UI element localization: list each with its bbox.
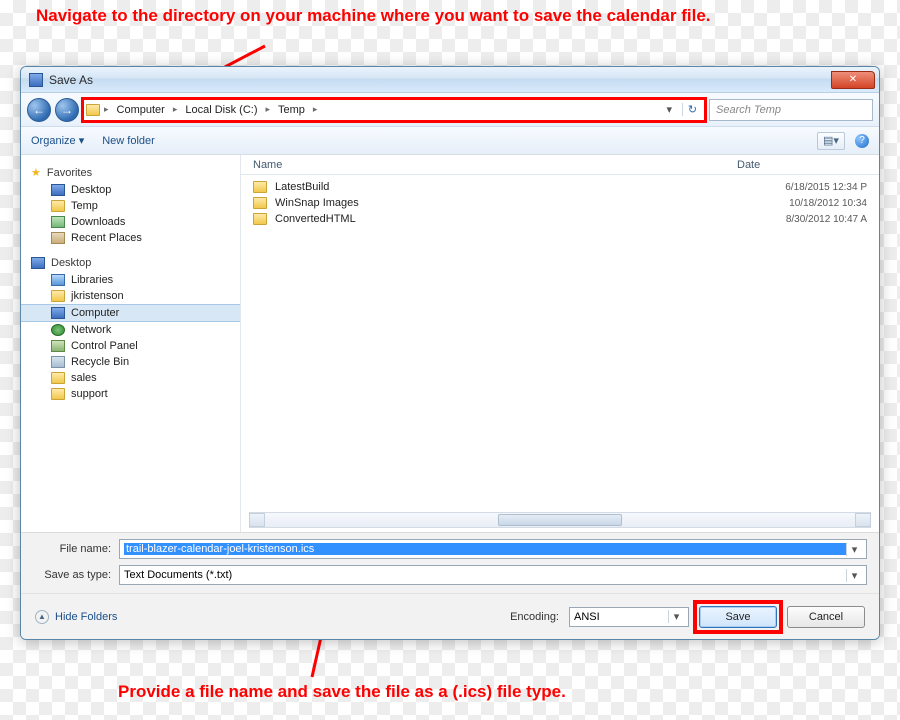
horizontal-scrollbar[interactable] (249, 512, 871, 528)
col-date[interactable]: Date (737, 159, 867, 171)
recyclebin-icon (51, 356, 65, 368)
column-headers[interactable]: Name Date (241, 155, 879, 175)
folder-icon (253, 197, 267, 209)
cancel-button[interactable]: Cancel (787, 606, 865, 628)
scrollbar-thumb[interactable] (498, 514, 622, 526)
savetype-label: Save as type: (33, 569, 119, 581)
save-button[interactable]: Save (699, 606, 777, 628)
sidebar-item-desktop[interactable]: Desktop (21, 182, 240, 198)
sidebar-item-sales[interactable]: sales (21, 370, 240, 386)
help-icon[interactable]: ? (855, 134, 869, 148)
list-item[interactable]: WinSnap Images10/18/2012 10:34 (241, 195, 879, 211)
filename-label: File name: (33, 543, 119, 555)
sidebar-item-computer[interactable]: Computer (21, 304, 240, 322)
sidebar-item-recent[interactable]: Recent Places (21, 230, 240, 246)
save-as-dialog: Save As ✕ ← → ▸ Computer ▸ Local Disk (C… (20, 66, 880, 640)
folder-icon (253, 181, 267, 193)
search-input[interactable]: Search Temp (709, 99, 873, 121)
list-item[interactable]: ConvertedHTML8/30/2012 10:47 A (241, 211, 879, 227)
toolbar: Organize ▾ New folder ▤▾ ? (21, 127, 879, 155)
encoding-label: Encoding: (510, 611, 559, 623)
sidebar-item-temp[interactable]: Temp (21, 198, 240, 214)
controlpanel-icon (51, 340, 65, 352)
chevron-down-icon[interactable]: ▾ (668, 610, 684, 623)
sidebar-item-libraries[interactable]: Libraries (21, 272, 240, 288)
star-icon: ★ (31, 166, 41, 179)
desktop-icon (51, 184, 65, 196)
annotation-bottom: Provide a file name and save the file as… (118, 682, 566, 702)
annotation-highlight-save: Save (699, 606, 777, 628)
collapse-icon: ▲ (35, 610, 49, 624)
folder-icon (51, 290, 65, 302)
sidebar-favorites-header[interactable]: ★ Favorites (21, 163, 240, 182)
action-bar: ▲ Hide Folders Encoding: ANSI ▾ Save Can… (21, 593, 879, 639)
file-rows: LatestBuild6/18/2015 12:34 P WinSnap Ima… (241, 175, 879, 510)
downloads-icon (51, 216, 65, 228)
view-options-button[interactable]: ▤▾ (817, 132, 845, 150)
breadcrumb-seg[interactable]: Computer (113, 104, 169, 116)
encoding-select[interactable]: ANSI ▾ (569, 607, 689, 627)
sidebar-item-downloads[interactable]: Downloads (21, 214, 240, 230)
annotation-top: Navigate to the directory on your machin… (36, 6, 711, 26)
folder-icon (86, 104, 100, 116)
sidebar-item-support[interactable]: support (21, 386, 240, 402)
hide-folders-button[interactable]: ▲ Hide Folders (35, 610, 117, 624)
chevron-down-icon[interactable]: ▾ (846, 543, 862, 556)
chevron-right-icon: ▸ (265, 104, 270, 115)
folder-icon (253, 213, 267, 225)
new-folder-button[interactable]: New folder (102, 135, 155, 147)
chevron-right-icon: ▸ (173, 104, 178, 115)
nav-row: ← → ▸ Computer ▸ Local Disk (C:) ▸ Temp … (21, 93, 879, 127)
savetype-value: Text Documents (*.txt) (124, 569, 846, 581)
sidebar-desktop-header[interactable]: Desktop (21, 254, 240, 272)
libraries-icon (51, 274, 65, 286)
hide-folders-label: Hide Folders (55, 611, 117, 623)
refresh-button[interactable]: ↻ (682, 103, 702, 116)
folder-icon (51, 372, 65, 384)
col-name[interactable]: Name (253, 159, 737, 171)
address-dropdown[interactable]: ▾ (660, 103, 678, 116)
back-button[interactable]: ← (27, 98, 51, 122)
forward-button[interactable]: → (55, 98, 79, 122)
field-bar: File name: trail-blazer-calendar-joel-kr… (21, 532, 879, 593)
network-icon (51, 324, 65, 336)
sidebar-group-label: Favorites (47, 167, 92, 179)
window-title: Save As (49, 73, 93, 87)
breadcrumb-seg[interactable]: Local Disk (C:) (181, 104, 261, 116)
file-pane: Name Date LatestBuild6/18/2015 12:34 P W… (241, 155, 879, 532)
encoding-value: ANSI (574, 611, 600, 623)
folder-icon (51, 200, 65, 212)
savetype-select[interactable]: Text Documents (*.txt) ▾ (119, 565, 867, 585)
recent-icon (51, 232, 65, 244)
chevron-right-icon: ▸ (313, 104, 318, 115)
list-item[interactable]: LatestBuild6/18/2015 12:34 P (241, 179, 879, 195)
sidebar: ★ Favorites Desktop Temp Downloads Recen… (21, 155, 241, 532)
address-bar[interactable]: ▸ Computer ▸ Local Disk (C:) ▸ Temp ▸ ▾ … (83, 99, 705, 121)
app-icon (29, 73, 43, 87)
breadcrumb-seg[interactable]: Temp (274, 104, 309, 116)
chevron-down-icon[interactable]: ▾ (846, 569, 862, 582)
filename-input[interactable]: trail-blazer-calendar-joel-kristenson.ic… (119, 539, 867, 559)
close-button[interactable]: ✕ (831, 71, 875, 89)
filename-value: trail-blazer-calendar-joel-kristenson.ic… (124, 543, 846, 555)
titlebar: Save As ✕ (21, 67, 879, 93)
sidebar-item-recyclebin[interactable]: Recycle Bin (21, 354, 240, 370)
chevron-right-icon: ▸ (104, 104, 109, 115)
sidebar-item-network[interactable]: Network (21, 322, 240, 338)
organize-menu[interactable]: Organize ▾ (31, 134, 84, 147)
search-placeholder: Search Temp (716, 104, 781, 116)
folder-icon (51, 388, 65, 400)
sidebar-item-controlpanel[interactable]: Control Panel (21, 338, 240, 354)
sidebar-item-user[interactable]: jkristenson (21, 288, 240, 304)
desktop-icon (31, 257, 45, 269)
computer-icon (51, 307, 65, 319)
sidebar-group-label: Desktop (51, 257, 91, 269)
